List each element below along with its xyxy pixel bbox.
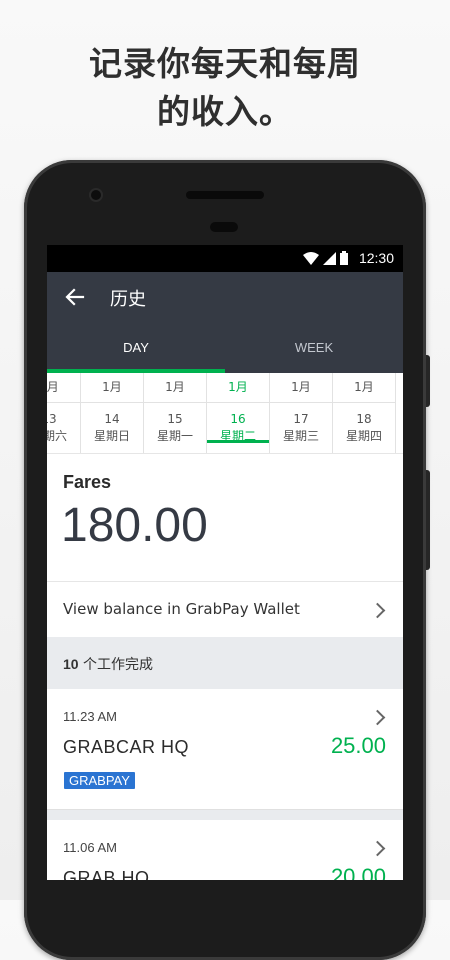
fares-amount: 180.00 bbox=[61, 499, 208, 552]
tab-week[interactable]: WEEK bbox=[225, 322, 403, 373]
page-title: 历史 bbox=[110, 289, 146, 310]
date-weekday: 星期四 bbox=[345, 429, 382, 443]
date-day: 16 bbox=[230, 412, 246, 426]
date-day: 17 bbox=[293, 412, 309, 426]
wifi-icon bbox=[303, 251, 319, 265]
trip-location: GRABCAR HQ bbox=[63, 737, 190, 757]
date-item[interactable]: 1月 17 星期三 bbox=[270, 373, 333, 453]
payment-badge: GRABPAY bbox=[64, 772, 135, 789]
date-item[interactable]: 1月 18 星期四 bbox=[333, 373, 396, 453]
chevron-right-icon bbox=[369, 709, 386, 726]
trip-location: GRAB HQ bbox=[63, 868, 150, 880]
date-month: 1月 bbox=[207, 373, 269, 403]
volume-button bbox=[426, 470, 430, 570]
date-day: 18 bbox=[356, 412, 372, 426]
date-month: 1月 bbox=[144, 373, 206, 403]
front-camera bbox=[91, 190, 101, 200]
jobs-completed-header: 10 个工作完成 bbox=[47, 637, 403, 689]
back-arrow-icon[interactable] bbox=[65, 287, 85, 307]
wallet-link-label: View balance in GrabPay Wallet bbox=[63, 600, 300, 618]
status-icons bbox=[303, 251, 348, 265]
jobs-label: 个工作完成 bbox=[83, 657, 154, 673]
chevron-right-icon bbox=[369, 840, 386, 857]
battery-icon bbox=[340, 251, 348, 265]
trip-time: 11.06 AM bbox=[63, 840, 117, 855]
date-strip[interactable]: 1月 13 星期六 1月 14 星期日 1月 15 星期一 1月 16 星期二 1月 1… bbox=[47, 373, 403, 454]
app-bar: 历史 bbox=[47, 272, 403, 322]
date-day: 14 bbox=[104, 412, 120, 426]
date-month: 1月 bbox=[81, 373, 143, 403]
date-weekday: 星期六 bbox=[47, 429, 67, 443]
earpiece-speaker bbox=[186, 191, 264, 199]
date-weekday: 星期二 bbox=[219, 429, 256, 443]
list-gap bbox=[47, 810, 403, 820]
fares-label: Fares bbox=[63, 472, 112, 492]
period-tabs: DAY WEEK bbox=[47, 322, 403, 373]
date-item[interactable]: 1月 13 星期六 bbox=[47, 373, 81, 453]
tab-day[interactable]: DAY bbox=[47, 322, 225, 373]
promo-headline-line2: 的收入。 bbox=[157, 92, 293, 131]
jobs-count: 10 bbox=[63, 656, 79, 672]
date-weekday: 星期一 bbox=[156, 429, 193, 443]
date-item-selected[interactable]: 1月 16 星期二 bbox=[207, 373, 270, 453]
trip-item[interactable]: 11.23 AM GRABCAR HQ 25.00 GRABPAY bbox=[47, 689, 403, 810]
grabpay-wallet-link[interactable]: View balance in GrabPay Wallet bbox=[47, 582, 403, 637]
chevron-right-icon bbox=[369, 602, 386, 619]
trip-fare: 25.00 bbox=[330, 733, 386, 758]
date-month: 1月 bbox=[333, 373, 395, 403]
status-time: 12:30 bbox=[358, 250, 394, 266]
phone-screen: 12:30 历史 DAY WEEK 1月 13 星期六 1月 14 星期日 1月 1… bbox=[47, 245, 403, 880]
power-button bbox=[426, 355, 430, 407]
trip-time: 11.23 AM bbox=[63, 709, 117, 724]
cell-signal-icon bbox=[323, 251, 336, 265]
date-item[interactable]: 1月 14 星期日 bbox=[81, 373, 144, 453]
date-month: 1月 bbox=[47, 373, 80, 403]
date-day: 15 bbox=[167, 412, 183, 426]
fares-summary: Fares 180.00 bbox=[47, 454, 403, 582]
date-month: 1月 bbox=[270, 373, 332, 403]
promo-headline: 记录你每天和每周 的收入。 bbox=[0, 40, 450, 136]
date-item[interactable]: 1月 15 星期一 bbox=[144, 373, 207, 453]
date-day: 13 bbox=[47, 412, 57, 426]
trip-item[interactable]: 11.06 AM GRAB HQ 20.00 bbox=[47, 820, 403, 880]
promo-headline-line1: 记录你每天和每周 bbox=[89, 44, 361, 83]
trip-fare: 20.00 bbox=[330, 864, 386, 880]
date-weekday: 星期三 bbox=[282, 429, 319, 443]
status-bar: 12:30 bbox=[47, 245, 403, 272]
proximity-sensor bbox=[210, 222, 238, 232]
date-weekday: 星期日 bbox=[93, 429, 130, 443]
